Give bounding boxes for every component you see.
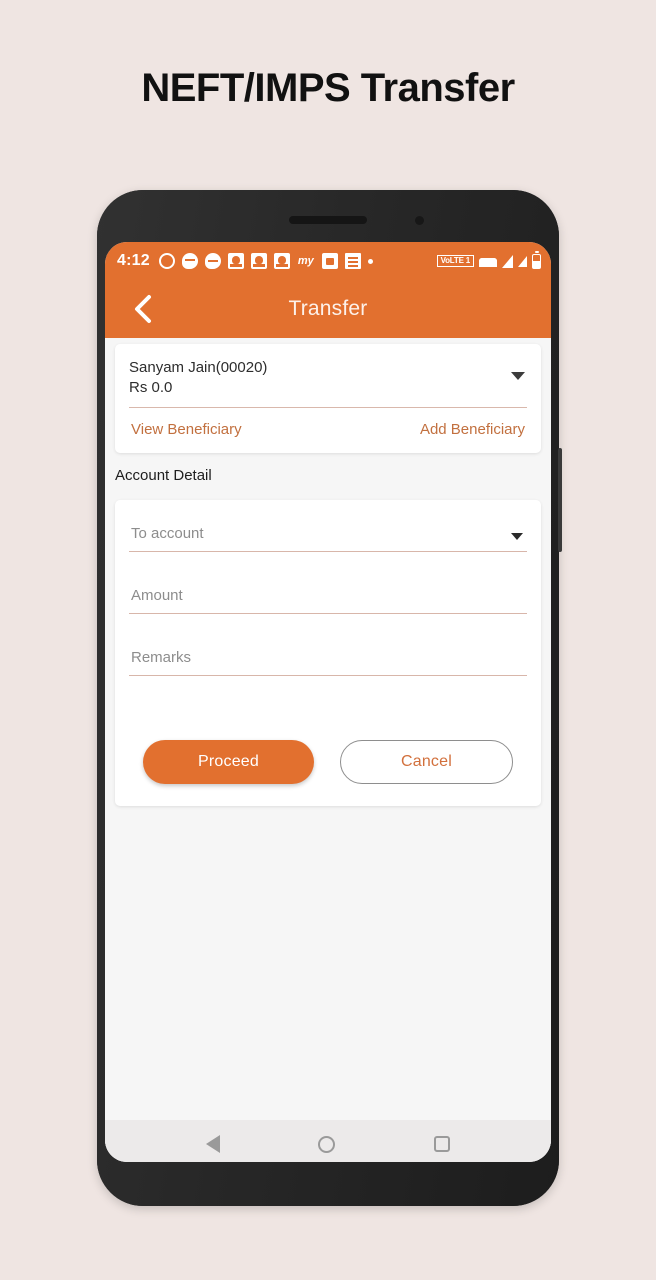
signal-bars-icon-2 <box>518 255 527 267</box>
circle-home-icon[interactable] <box>318 1135 336 1153</box>
my-app-icon: my <box>297 255 314 267</box>
cancel-button[interactable]: Cancel <box>340 739 513 784</box>
more-notifications-dot <box>367 258 373 264</box>
front-camera-icon <box>415 216 424 225</box>
amount-field[interactable]: Amount <box>129 582 527 614</box>
account-selector[interactable]: Sanyam Jain(00020) Rs 0.0 <box>129 358 527 408</box>
power-button[interactable] <box>558 448 562 552</box>
document-app-icon <box>344 253 361 269</box>
phone-mockup: 4:12 my VoLTE 1 Transfer Sanyam Jain(000… <box>97 190 562 1206</box>
account-balance: Rs 0.0 <box>129 378 173 396</box>
form-actions: Proceed Cancel <box>129 706 527 784</box>
account-selector-card: Sanyam Jain(00020) Rs 0.0 View Beneficia… <box>115 344 541 453</box>
account-detail-card: To account Amount Remarks Proceed Cancel <box>115 499 541 806</box>
battery-icon <box>532 250 541 269</box>
app-notification-icon-3 <box>273 253 290 269</box>
chevron-down-icon[interactable] <box>511 532 523 540</box>
account-info: Sanyam Jain(00020) Rs 0.0 <box>129 358 511 398</box>
to-account-field[interactable]: To account <box>129 520 527 552</box>
app-notification-icon-2 <box>250 253 267 269</box>
chat-bubble-icon <box>204 253 221 269</box>
account-name: Sanyam Jain(00020) <box>129 359 268 376</box>
beneficiary-actions: View Beneficiary Add Beneficiary <box>129 408 527 453</box>
wifi-icon <box>479 257 497 267</box>
to-account-placeholder: To account <box>131 524 204 542</box>
signal-bars-icon-1 <box>502 254 513 268</box>
android-navigation-bar <box>105 1120 551 1162</box>
app-notification-icon-1 <box>227 253 244 269</box>
proceed-button[interactable]: Proceed <box>143 739 314 784</box>
app-bar: Transfer <box>105 280 551 338</box>
view-beneficiary-link[interactable]: View Beneficiary <box>131 421 242 438</box>
chevron-down-icon[interactable] <box>511 372 525 380</box>
add-beneficiary-link[interactable]: Add Beneficiary <box>420 421 525 438</box>
notification-icon-tray: my <box>158 253 431 269</box>
volte-indicator: VoLTE 1 <box>436 255 474 267</box>
status-right-tray: VoLTE 1 <box>436 250 541 269</box>
remarks-placeholder: Remarks <box>131 648 192 666</box>
account-detail-section-label: Account Detail <box>115 466 212 484</box>
message-bubble-icon <box>181 253 198 269</box>
speaker-grille <box>289 216 367 224</box>
status-bar: 4:12 my VoLTE 1 <box>105 242 551 280</box>
phone-screen: 4:12 my VoLTE 1 Transfer Sanyam Jain(000… <box>105 242 551 1162</box>
triangle-back-icon[interactable] <box>206 1135 221 1153</box>
screen-content: Sanyam Jain(00020) Rs 0.0 View Beneficia… <box>105 344 551 1162</box>
square-recents-icon[interactable] <box>433 1136 450 1152</box>
camera-app-icon <box>321 253 338 269</box>
page-title: NEFT/IMPS Transfer <box>141 66 515 110</box>
app-bar-title: Transfer <box>288 297 368 320</box>
status-clock: 4:12 <box>117 252 150 269</box>
remarks-field[interactable]: Remarks <box>129 644 527 676</box>
amount-placeholder: Amount <box>131 586 183 604</box>
whatsapp-icon <box>158 253 175 269</box>
